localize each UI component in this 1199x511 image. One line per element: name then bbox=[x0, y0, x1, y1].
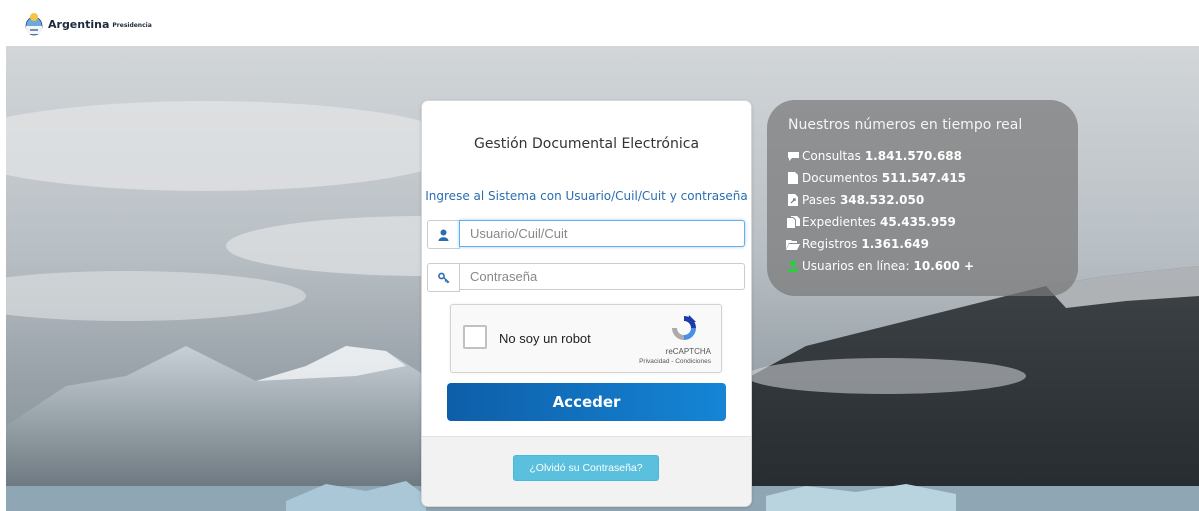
forgot-password-button[interactable]: ¿Olvidó su Contraseña? bbox=[513, 455, 659, 481]
stat-usuarios-online: Usuarios en línea: 10.600 + bbox=[786, 259, 974, 273]
stat-label: Usuarios en línea: bbox=[802, 259, 910, 273]
recaptcha-checkbox[interactable] bbox=[463, 325, 487, 349]
brand-name: Argentina bbox=[48, 17, 110, 31]
stat-documentos: Documentos 511.547.415 bbox=[786, 171, 966, 185]
user-icon bbox=[427, 220, 460, 249]
stats-title: Nuestros números en tiempo real bbox=[788, 117, 1023, 133]
username-field bbox=[427, 220, 747, 249]
document-icon bbox=[786, 172, 800, 185]
brand-sub: Presidencia bbox=[112, 22, 152, 29]
realtime-stats-panel: Nuestros números en tiempo real Consulta… bbox=[767, 100, 1078, 296]
card-footer: ¿Olvidó su Contraseña? bbox=[422, 436, 751, 506]
key-icon bbox=[427, 263, 460, 292]
stat-label: Registros bbox=[802, 237, 858, 251]
password-field bbox=[427, 263, 747, 292]
stat-value: 511.547.415 bbox=[881, 171, 967, 185]
user-online-icon bbox=[786, 260, 800, 273]
folder-open-icon bbox=[786, 238, 800, 251]
stat-value: 10.600 + bbox=[913, 259, 975, 273]
login-button[interactable]: Acceder bbox=[447, 383, 726, 421]
comment-icon bbox=[786, 150, 800, 163]
password-input[interactable] bbox=[459, 263, 745, 290]
stat-consultas: Consultas 1.841.570.688 bbox=[786, 149, 962, 163]
recaptcha-widget: No soy un robot reCAPTCHA Privacidad - C… bbox=[450, 304, 722, 373]
stat-label: Expedientes bbox=[802, 215, 876, 229]
stat-expedientes: Expedientes 45.435.959 bbox=[786, 215, 956, 229]
share-icon bbox=[786, 194, 800, 207]
stat-label: Documentos bbox=[802, 171, 878, 185]
files-icon bbox=[786, 216, 800, 229]
login-card: Gestión Documental Electrónica Ingrese a… bbox=[421, 100, 752, 507]
national-seal-icon bbox=[25, 13, 43, 36]
recaptcha-logo-icon bbox=[672, 315, 696, 340]
recaptcha-label: No soy un robot bbox=[499, 331, 591, 346]
stat-label: Consultas bbox=[802, 149, 861, 163]
system-title: Gestión Documental Electrónica bbox=[473, 136, 700, 152]
stat-label: Pases bbox=[802, 193, 836, 207]
argentina-logo[interactable]: Argentina Presidencia bbox=[24, 12, 152, 36]
stat-value: 45.435.959 bbox=[879, 215, 956, 229]
username-input[interactable] bbox=[459, 220, 745, 247]
recaptcha-brand: reCAPTCHA bbox=[665, 347, 711, 356]
stat-registros: Registros 1.361.649 bbox=[786, 237, 929, 251]
stat-value: 1.841.570.688 bbox=[864, 149, 962, 163]
top-bar: Argentina Presidencia bbox=[0, 0, 1199, 46]
stat-pases: Pases 348.532.050 bbox=[786, 193, 924, 207]
recaptcha-links[interactable]: Privacidad - Condiciones bbox=[639, 358, 711, 365]
stat-value: 348.532.050 bbox=[839, 193, 925, 207]
login-instructions: Ingrese al Sistema con Usuario/Cuil/Cuit… bbox=[425, 189, 748, 203]
stat-value: 1.361.649 bbox=[861, 237, 929, 251]
